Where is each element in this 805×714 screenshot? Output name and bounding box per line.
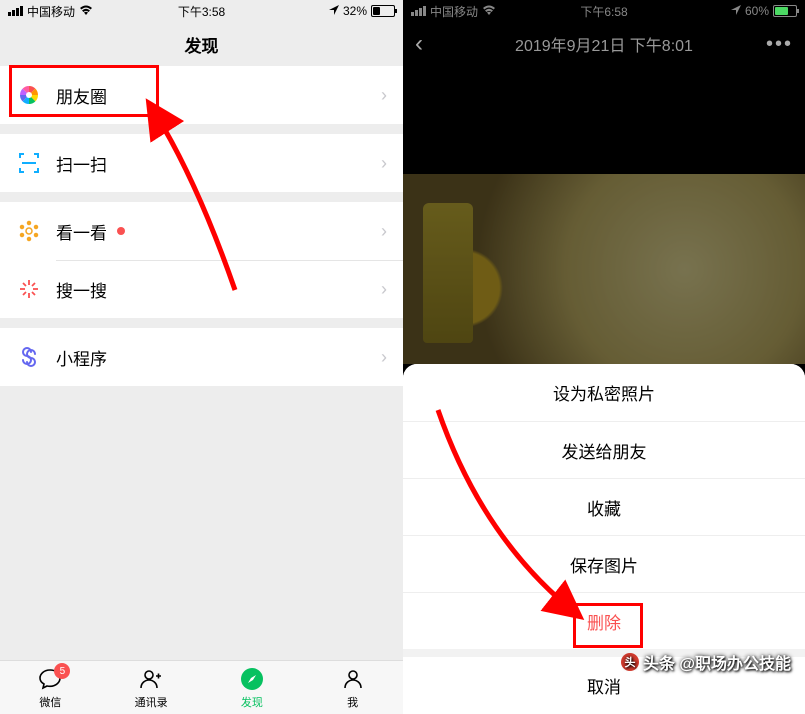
sheet-item-delete[interactable]: 删除 bbox=[403, 592, 805, 649]
sheet-item-send-friend[interactable]: 发送给朋友 bbox=[403, 421, 805, 478]
list-item-label: 朋友圈 bbox=[56, 83, 107, 108]
location-icon bbox=[731, 4, 741, 18]
contacts-icon bbox=[138, 666, 164, 692]
chevron-right-icon: › bbox=[381, 279, 387, 300]
topstories-icon bbox=[16, 218, 42, 244]
me-icon bbox=[340, 666, 366, 692]
moments-icon bbox=[16, 82, 42, 108]
unread-dot-icon bbox=[117, 227, 125, 235]
chevron-right-icon: › bbox=[381, 221, 387, 242]
sheet-item-favorite[interactable]: 收藏 bbox=[403, 478, 805, 535]
miniprogram-icon bbox=[16, 344, 42, 370]
list-group: 扫一扫 › bbox=[0, 134, 403, 192]
discover-item-scan[interactable]: 扫一扫 › bbox=[0, 134, 403, 192]
clock-label: 下午3:58 bbox=[178, 3, 225, 20]
tab-label: 通讯录 bbox=[135, 694, 168, 710]
status-bar: 中国移动 下午3:58 32% bbox=[0, 0, 403, 22]
list-group: 看一看 › 搜一搜 › bbox=[0, 202, 403, 318]
sheet-item-label: 删除 bbox=[587, 609, 621, 634]
photo-content bbox=[403, 174, 805, 364]
list-group: 小程序 › bbox=[0, 328, 403, 386]
photo-viewer[interactable] bbox=[403, 66, 805, 364]
tab-bar: 5 微信 通讯录 发现 我 bbox=[0, 660, 403, 714]
search-discover-icon bbox=[16, 276, 42, 302]
tab-label: 微信 bbox=[39, 694, 61, 710]
location-icon bbox=[329, 4, 339, 18]
scan-icon bbox=[16, 150, 42, 176]
battery-icon bbox=[773, 5, 797, 17]
discover-item-topstories[interactable]: 看一看 › bbox=[0, 202, 403, 260]
clock-label: 下午6:58 bbox=[580, 3, 627, 20]
list-group: 朋友圈 › bbox=[0, 66, 403, 124]
carrier-label: 中国移动 bbox=[430, 3, 478, 20]
list-item-label: 小程序 bbox=[56, 345, 107, 370]
watermark-text: 头条 @职场办公技能 bbox=[643, 650, 791, 674]
more-icon[interactable]: ••• bbox=[766, 33, 793, 56]
tab-discover[interactable]: 发现 bbox=[202, 661, 303, 714]
list-item-label: 搜一搜 bbox=[56, 277, 107, 302]
status-bar: 中国移动 下午6:58 60% bbox=[403, 0, 805, 22]
chevron-right-icon: › bbox=[381, 153, 387, 174]
wifi-icon bbox=[482, 4, 496, 19]
signal-icon bbox=[8, 6, 23, 16]
nav-bar: ‹ 2019年9月21日 下午8:01 ••• bbox=[403, 22, 805, 66]
tab-me[interactable]: 我 bbox=[302, 661, 403, 714]
signal-icon bbox=[411, 6, 426, 16]
sheet-item-label: 发送给朋友 bbox=[562, 438, 647, 463]
discover-item-miniprogram[interactable]: 小程序 › bbox=[0, 328, 403, 386]
watermark-logo-icon: 头 bbox=[621, 653, 639, 671]
discover-item-moments[interactable]: 朋友圈 › bbox=[0, 66, 403, 124]
carrier-label: 中国移动 bbox=[27, 3, 75, 20]
phone-left: 中国移动 下午3:58 32% 发现 bbox=[0, 0, 403, 714]
tab-label: 我 bbox=[347, 694, 358, 710]
watermark: 头 头条 @职场办公技能 bbox=[621, 650, 791, 674]
sheet-item-label: 设为私密照片 bbox=[553, 380, 655, 405]
sheet-cancel-label: 取消 bbox=[587, 673, 621, 698]
back-icon[interactable]: ‹ bbox=[415, 30, 423, 58]
battery-pct-label: 60% bbox=[745, 4, 769, 18]
tab-contacts[interactable]: 通讯录 bbox=[101, 661, 202, 714]
sheet-item-label: 保存图片 bbox=[570, 552, 638, 577]
sheet-item-label: 收藏 bbox=[587, 495, 621, 520]
phone-right: 中国移动 下午6:58 60% ‹ 2019年9月21日 下午8:01 ••• … bbox=[403, 0, 805, 714]
nav-title: 2019年9月21日 下午8:01 bbox=[515, 32, 693, 56]
battery-icon bbox=[371, 5, 395, 17]
list-item-label: 看一看 bbox=[56, 219, 107, 244]
sheet-item-set-private[interactable]: 设为私密照片 bbox=[403, 364, 805, 421]
wifi-icon bbox=[79, 4, 93, 19]
chevron-right-icon: › bbox=[381, 347, 387, 368]
unread-badge: 5 bbox=[54, 663, 70, 679]
chevron-right-icon: › bbox=[381, 85, 387, 106]
list-item-label: 扫一扫 bbox=[56, 151, 107, 176]
tab-chats[interactable]: 5 微信 bbox=[0, 661, 101, 714]
sheet-item-save-image[interactable]: 保存图片 bbox=[403, 535, 805, 592]
tab-label: 发现 bbox=[241, 694, 263, 710]
page-title: 发现 bbox=[0, 22, 403, 66]
battery-pct-label: 32% bbox=[343, 4, 367, 18]
discover-icon bbox=[239, 666, 265, 692]
discover-item-search[interactable]: 搜一搜 › bbox=[0, 260, 403, 318]
